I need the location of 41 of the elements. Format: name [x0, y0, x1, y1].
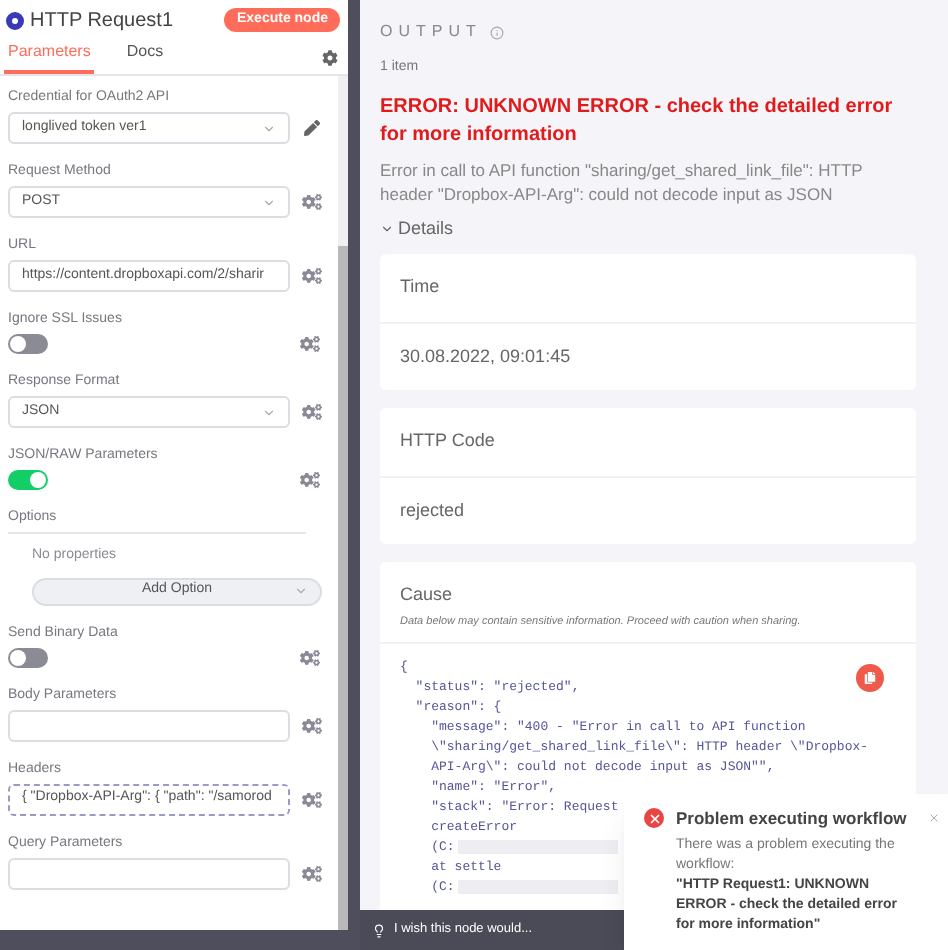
- settings-icon[interactable]: [322, 50, 338, 66]
- gears-icon[interactable]: [302, 789, 322, 809]
- chevron-down-icon: [262, 195, 276, 209]
- input-field[interactable]: [8, 857, 290, 889]
- toggle-switch[interactable]: [8, 647, 48, 667]
- gears-icon[interactable]: [300, 470, 320, 490]
- gears-icon[interactable]: [300, 647, 320, 667]
- detail-value: rejected: [398, 497, 467, 524]
- input-field[interactable]: [8, 709, 290, 741]
- gears-icon[interactable]: [302, 266, 322, 286]
- chevron-down-icon: [262, 405, 276, 419]
- error-icon: [644, 808, 664, 828]
- cause-label: Cause: [400, 582, 455, 608]
- node-icon: [6, 11, 24, 29]
- gears-icon[interactable]: [302, 402, 322, 422]
- error-title: ERROR: UNKNOWN ERROR - check the detailed error for more information: [380, 93, 895, 149]
- tab[interactable]: Docs: [122, 40, 168, 74]
- detail-value: 30.08.2022, 09:01:45: [398, 343, 573, 369]
- lightbulb-icon: [372, 923, 386, 937]
- gears-icon[interactable]: [302, 192, 322, 212]
- gears-icon[interactable]: [302, 863, 322, 883]
- close-icon[interactable]: [928, 812, 940, 824]
- output-title: OUTPUT: [380, 20, 482, 44]
- toast-title: Problem executing workflow: [676, 806, 909, 832]
- toggle-switch[interactable]: [8, 334, 48, 354]
- info-icon[interactable]: [489, 25, 504, 39]
- chevron-down-icon: [294, 584, 308, 598]
- details-toggle[interactable]: Details: [380, 215, 916, 242]
- gears-icon[interactable]: [302, 715, 322, 735]
- chevron-down-icon: [262, 121, 276, 135]
- chevron-down-icon: [380, 221, 394, 236]
- node-title: HTTP Request1: [30, 7, 174, 35]
- detail-label: Time: [380, 254, 916, 323]
- copy-button[interactable]: [856, 663, 884, 692]
- gears-icon[interactable]: [300, 334, 320, 354]
- error-message: Error in call to API function "sharing/get_shared_link_file": HTTP header "Dropbox-API-Arg": could not decode input as JSON: [380, 157, 865, 205]
- detail-label: HTTP Code: [380, 408, 916, 477]
- scrollbar[interactable]: [338, 76, 348, 930]
- copy-icon: [864, 671, 876, 684]
- pencil-icon[interactable]: [304, 120, 320, 136]
- toggle-switch[interactable]: [8, 470, 48, 490]
